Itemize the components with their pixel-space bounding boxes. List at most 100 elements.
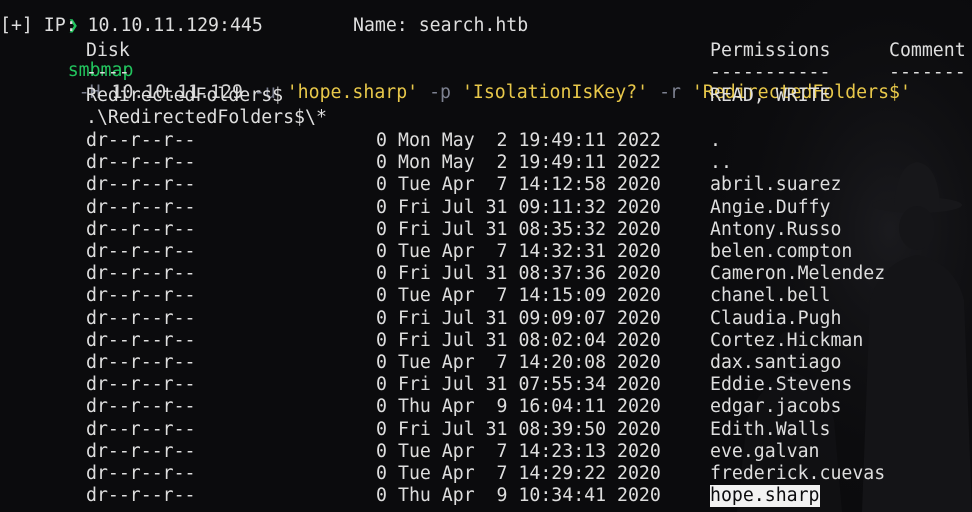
- listing-row: dr--r--r-- 0 Fri Jul 31 09:11:32 2020 Angie…: [0, 197, 972, 219]
- entry-size: 0: [376, 241, 387, 262]
- header-disk: Disk: [86, 40, 130, 61]
- entry-size: 0: [376, 218, 387, 240]
- entry-name[interactable]: Eddie.Stevens: [710, 374, 852, 396]
- entry-attributes: dr--r--r--: [86, 418, 196, 440]
- table-header-rule-row: ---- ----------- -------: [0, 62, 972, 84]
- entry-name[interactable]: chanel.bell: [710, 285, 830, 307]
- entry-attributes: dr--r--r--: [86, 440, 196, 462]
- listing-row: dr--r--r-- 0 Mon May 2 19:49:11 2022.: [0, 130, 972, 152]
- entry-name[interactable]: Angie.Duffy: [710, 197, 830, 219]
- entry-size: 0: [376, 374, 387, 396]
- entry-attributes: dr--r--r--: [86, 263, 196, 285]
- share-row: RedirectedFolders$ READ, WRITE: [0, 85, 972, 107]
- entry-attributes: dr--r--r--: [86, 485, 196, 507]
- listing-row: dr--r--r-- 0 Tue Apr 7 14:29:22 2020 freder…: [0, 463, 972, 485]
- entry-name[interactable]: dax.santiago: [710, 352, 841, 374]
- entry-name[interactable]: Antony.Russo: [710, 219, 841, 241]
- entry-attributes: dr--r--r--: [86, 174, 196, 196]
- listing-row: dr--r--r-- 0 Thu Apr 9 16:04:11 2020 edgar.…: [0, 396, 972, 418]
- entry-name[interactable]: .: [710, 130, 721, 152]
- entry-date: Fri Jul 31 09:11:32 2020: [398, 196, 661, 218]
- entry-size: 0: [376, 418, 387, 440]
- entry-name[interactable]: eve.galvan: [710, 441, 820, 463]
- listing-row: dr--r--r-- 0 Fri Jul 31 08:37:36 2020 Camer…: [0, 263, 972, 285]
- listing-row: dr--r--r-- 0 Fri Jul 31 07:55:34 2020 Eddie…: [0, 374, 972, 396]
- entry-date: Thu Apr 9 16:04:11 2020: [398, 396, 661, 418]
- header-permissions: Permissions: [710, 40, 831, 61]
- entry-attributes: dr--r--r--: [86, 285, 196, 307]
- entry-date: Tue Apr 7 14:29:22 2020: [398, 463, 661, 484]
- entry-date: Tue Apr 7 14:32:31 2020: [398, 241, 661, 262]
- rule-comment: -------: [889, 62, 966, 83]
- entry-date: Fri Jul 31 08:37:36 2020: [398, 263, 661, 285]
- entry-size: 0: [376, 329, 387, 351]
- entry-date: Fri Jul 31 08:39:50 2020: [398, 418, 661, 440]
- listing-row: dr--r--r-- 0 Tue Apr 7 14:32:31 2020 belen.…: [0, 241, 972, 263]
- entry-attributes: dr--r--r--: [86, 130, 196, 151]
- entry-attributes: dr--r--r--: [86, 218, 196, 240]
- entry-size: 0: [376, 463, 387, 484]
- host-info-line: [+] IP: 10.10.11.129:445 Name: search.ht…: [0, 15, 972, 37]
- entry-attributes: dr--r--r--: [86, 196, 196, 218]
- entry-date: Fri Jul 31 08:35:32 2020: [398, 218, 661, 240]
- entry-name[interactable]: Cortez.Hickman: [710, 330, 863, 352]
- entry-name[interactable]: ..: [710, 152, 732, 174]
- listing-row: dr--r--r-- 0 Mon May 2 19:49:11 2022..: [0, 152, 972, 174]
- listing-row: dr--r--r-- 0 Fri Jul 31 08:02:04 2020 Corte…: [0, 330, 972, 352]
- entry-name-selected[interactable]: hope.sharp: [710, 485, 820, 508]
- listing-row: dr--r--r-- 0 Fri Jul 31 08:39:50 2020 Edith…: [0, 419, 972, 441]
- entry-size: 0: [376, 196, 387, 218]
- entry-attributes: dr--r--r--: [86, 329, 196, 351]
- share-permissions: READ, WRITE: [710, 85, 831, 106]
- host-ip: [+] IP: 10.10.11.129:445: [0, 15, 263, 36]
- command-line[interactable]: ❯ smbmap -H 10.10.11.129 -u 'hope.sharp'…: [0, 0, 972, 103]
- entry-name[interactable]: Edith.Walls: [710, 419, 830, 441]
- entry-name[interactable]: frederick.cuevas: [710, 463, 885, 485]
- listing-row: dr--r--r-- 0 Tue Apr 7 14:12:58 2020 abril.…: [0, 174, 972, 196]
- entry-name[interactable]: Cameron.Melendez: [710, 263, 885, 285]
- entry-size: 0: [376, 396, 387, 418]
- entry-date: Fri Jul 31 08:02:04 2020: [398, 329, 661, 351]
- entry-size: 0: [376, 285, 387, 307]
- entry-name[interactable]: edgar.jacobs: [710, 396, 841, 418]
- entry-name[interactable]: Claudia.Pugh: [710, 308, 841, 330]
- entry-date: Tue Apr 7 14:15:09 2020: [398, 285, 661, 307]
- listing-row: dr--r--r-- 0 Thu Apr 9 10:34:41 2020 hope.s…: [0, 485, 972, 508]
- share-name: RedirectedFolders$: [86, 85, 284, 106]
- entry-date: Thu Apr 9 10:34:41 2020: [398, 485, 661, 507]
- listing-row: dr--r--r-- 0 Tue Apr 7 14:23:13 2020 eve.ga…: [0, 441, 972, 463]
- terminal-window[interactable]: ❯ smbmap -H 10.10.11.129 -u 'hope.sharp'…: [0, 0, 972, 512]
- entry-date: Tue Apr 7 14:20:08 2020: [398, 352, 661, 373]
- entry-attributes: dr--r--r--: [86, 374, 196, 396]
- entry-name[interactable]: abril.suarez: [710, 174, 841, 196]
- entry-size: 0: [376, 307, 387, 329]
- entry-attributes: dr--r--r--: [86, 463, 196, 484]
- entry-date: Fri Jul 31 07:55:34 2020: [398, 374, 661, 396]
- entry-date: Fri Jul 31 09:09:07 2020: [398, 307, 661, 329]
- entry-size: 0: [376, 130, 387, 151]
- entry-attributes: dr--r--r--: [86, 241, 196, 262]
- rule-disk: ----: [86, 62, 130, 83]
- entry-name[interactable]: belen.compton: [710, 241, 852, 263]
- entry-attributes: dr--r--r--: [86, 307, 196, 329]
- host-name: Name: search.htb: [353, 15, 529, 36]
- listing-row: dr--r--r-- 0 Fri Jul 31 08:35:32 2020 Anton…: [0, 219, 972, 241]
- table-header-row: Disk Permissions Comment: [0, 40, 972, 62]
- entry-size: 0: [376, 485, 387, 507]
- entry-size: 0: [376, 174, 387, 196]
- listing-row: dr--r--r-- 0 Fri Jul 31 09:09:07 2020 Claud…: [0, 308, 972, 330]
- entry-size: 0: [376, 263, 387, 285]
- entry-size: 0: [376, 152, 387, 174]
- entry-attributes: dr--r--r--: [86, 352, 196, 373]
- listing-row: dr--r--r-- 0 Tue Apr 7 14:20:08 2020 dax.sa…: [0, 352, 972, 374]
- header-comment: Comment: [889, 40, 966, 61]
- entry-date: Mon May 2 19:49:11 2022: [398, 152, 661, 174]
- listing-row: dr--r--r-- 0 Tue Apr 7 14:15:09 2020 chanel…: [0, 285, 972, 307]
- entry-date: Tue Apr 7 14:12:58 2020: [398, 174, 661, 196]
- entry-attributes: dr--r--r--: [86, 396, 196, 418]
- entry-size: 0: [376, 440, 387, 462]
- entry-attributes: dr--r--r--: [86, 152, 196, 174]
- share-path: .\RedirectedFolders$\*: [86, 107, 327, 128]
- entry-size: 0: [376, 352, 387, 373]
- share-path-row: .\RedirectedFolders$\*: [0, 107, 972, 129]
